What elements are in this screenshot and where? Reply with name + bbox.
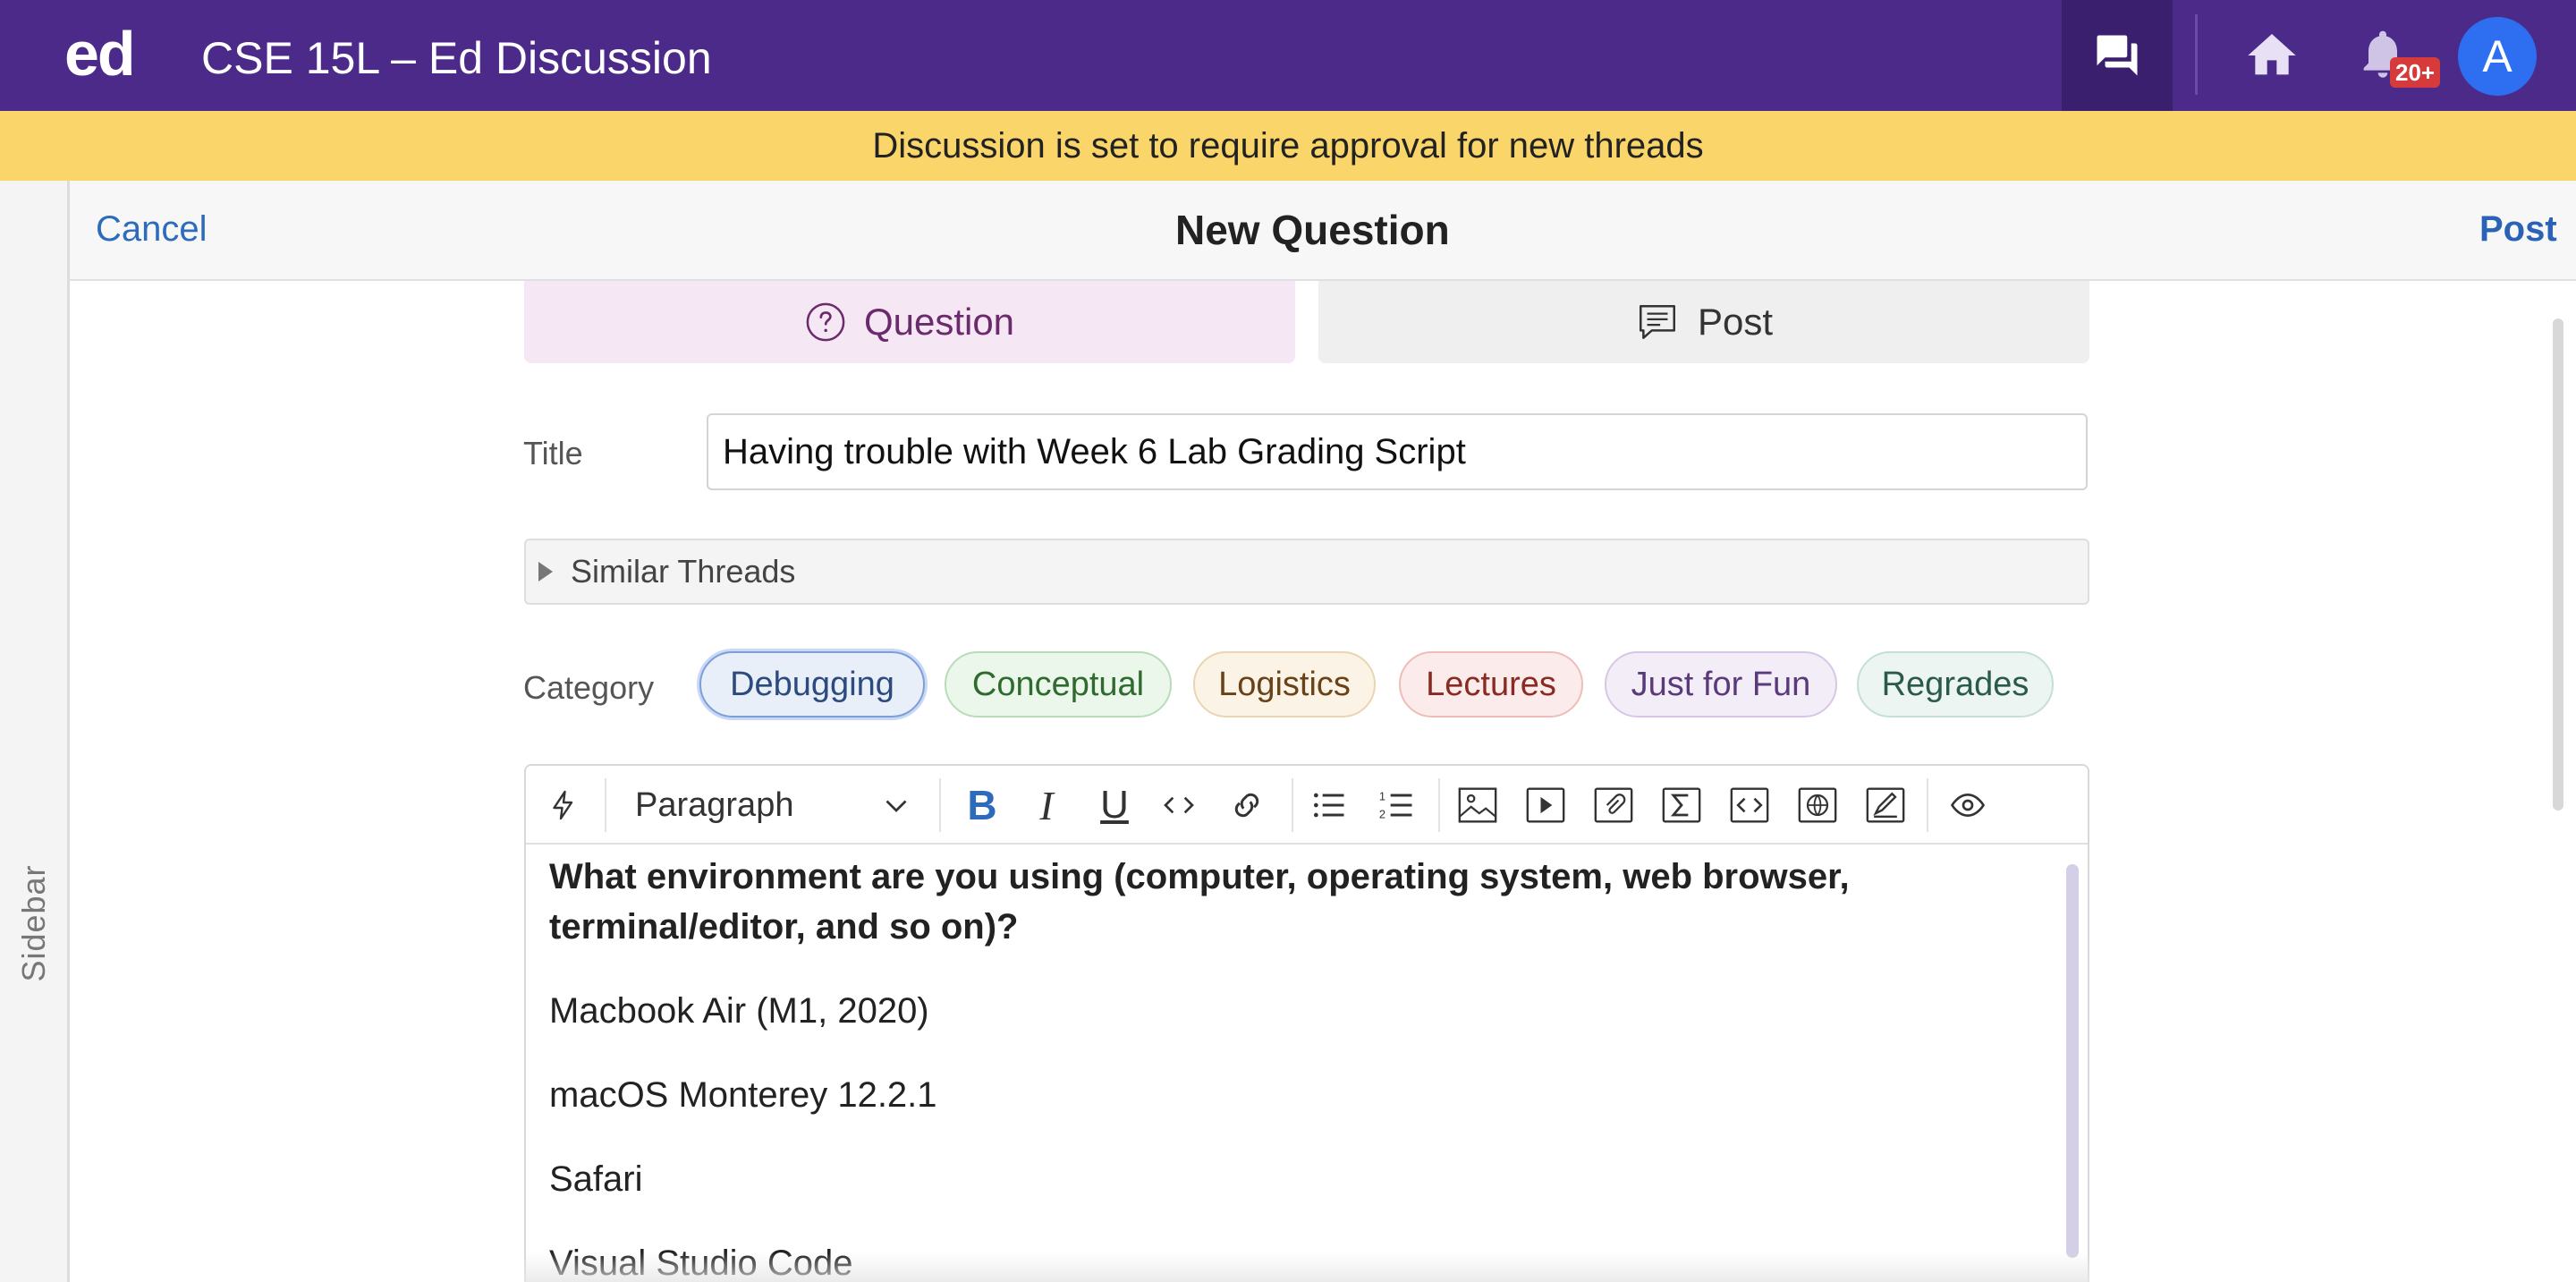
similar-threads-label: Similar Threads <box>571 553 796 590</box>
ed-logo[interactable]: ed <box>64 18 136 89</box>
paragraph-style-select[interactable]: Paragraph <box>635 784 930 827</box>
type-question-tab[interactable]: Question <box>524 281 1295 363</box>
editor-question-text: What environment are you using (computer… <box>549 857 1850 947</box>
category-chip-regrades[interactable]: Regrades <box>1857 651 2054 717</box>
code-icon[interactable] <box>1159 785 1199 825</box>
toolbar-divider <box>1292 778 1293 832</box>
toolbar-divider <box>1927 778 1928 832</box>
sidebar-label[interactable]: Sidebar <box>15 864 53 981</box>
expand-triangle-icon <box>538 562 553 582</box>
math-icon[interactable] <box>1662 785 1701 825</box>
home-icon <box>2248 34 2296 75</box>
collapsed-sidebar[interactable]: Sidebar <box>0 181 70 1282</box>
top-bar: ed CSE 15L – Ed Discussion 20+ A <box>0 0 2576 111</box>
editor-line: macOS Monterey 12.2.1 <box>549 1075 937 1115</box>
editor-line: Macbook Air (M1, 2020) <box>549 991 929 1031</box>
category-chip-debugging[interactable]: Debugging <box>699 651 925 717</box>
bullet-list-icon[interactable] <box>1309 785 1349 825</box>
title-input[interactable] <box>707 413 2088 490</box>
attachment-icon[interactable] <box>1594 785 1633 825</box>
cancel-button[interactable]: Cancel <box>96 209 208 250</box>
post-button[interactable]: Post <box>2479 209 2557 250</box>
toolbar-divider <box>1438 778 1440 832</box>
title-label: Title <box>523 435 583 471</box>
approval-banner: Discussion is set to require approval fo… <box>0 111 2576 181</box>
category-chip-just-for-fun[interactable]: Just for Fun <box>1605 651 1837 717</box>
page-title: New Question <box>1175 207 1450 253</box>
svg-text:1: 1 <box>1379 790 1385 803</box>
drawing-icon[interactable] <box>1866 785 1905 825</box>
editor-line: Safari <box>549 1159 643 1199</box>
editor-toolbar: Paragraph B I U 12 <box>526 766 2088 845</box>
discussion-nav-button[interactable] <box>2062 0 2173 111</box>
editor-scrollbar[interactable] <box>2066 864 2079 1258</box>
nav-divider <box>2195 14 2198 95</box>
home-button[interactable] <box>2243 27 2301 84</box>
type-post-tab[interactable]: Post <box>1318 281 2089 363</box>
link-icon[interactable] <box>1227 785 1267 825</box>
category-label: Category <box>523 669 655 706</box>
category-chip-logistics[interactable]: Logistics <box>1193 651 1376 717</box>
toolbar-divider <box>605 778 606 832</box>
web-snippet-icon[interactable] <box>1798 785 1837 825</box>
type-post-label: Post <box>1697 301 1774 343</box>
category-chip-conceptual[interactable]: Conceptual <box>945 651 1172 717</box>
bold-icon[interactable]: B <box>962 782 1002 828</box>
lightning-icon[interactable] <box>544 785 583 825</box>
type-question-label: Question <box>863 301 1015 343</box>
paragraph-style-value: Paragraph <box>635 785 794 824</box>
page-scrollbar[interactable] <box>2553 318 2563 811</box>
bottom-fade <box>524 1252 2089 1282</box>
italic-icon[interactable]: I <box>1027 783 1066 828</box>
notification-count-badge: 20+ <box>2390 57 2441 88</box>
preview-icon[interactable] <box>1948 785 1987 825</box>
rich-text-editor: Paragraph B I U 12 What environment are … <box>524 764 2089 1282</box>
numbered-list-icon[interactable]: 12 <box>1377 785 1417 825</box>
category-chip-lectures[interactable]: Lectures <box>1399 651 1583 717</box>
toolbar-divider <box>939 778 941 832</box>
editor-content[interactable]: What environment are you using (computer… <box>549 846 2061 1282</box>
discussion-icon <box>2097 35 2138 76</box>
image-icon[interactable] <box>1458 785 1497 825</box>
underline-icon[interactable]: U <box>1095 783 1134 827</box>
code-block-icon[interactable] <box>1730 785 1769 825</box>
svg-text:2: 2 <box>1379 808 1385 821</box>
chevron-down-icon <box>886 800 907 812</box>
user-avatar[interactable]: A <box>2458 17 2537 96</box>
similar-threads-toggle[interactable]: Similar Threads <box>524 539 2089 605</box>
course-title[interactable]: CSE 15L – Ed Discussion <box>201 32 712 84</box>
video-icon[interactable] <box>1526 785 1565 825</box>
banner-text: Discussion is set to require approval fo… <box>872 125 1704 166</box>
comment-icon <box>1639 305 1675 339</box>
question-circle-icon <box>806 302 845 342</box>
